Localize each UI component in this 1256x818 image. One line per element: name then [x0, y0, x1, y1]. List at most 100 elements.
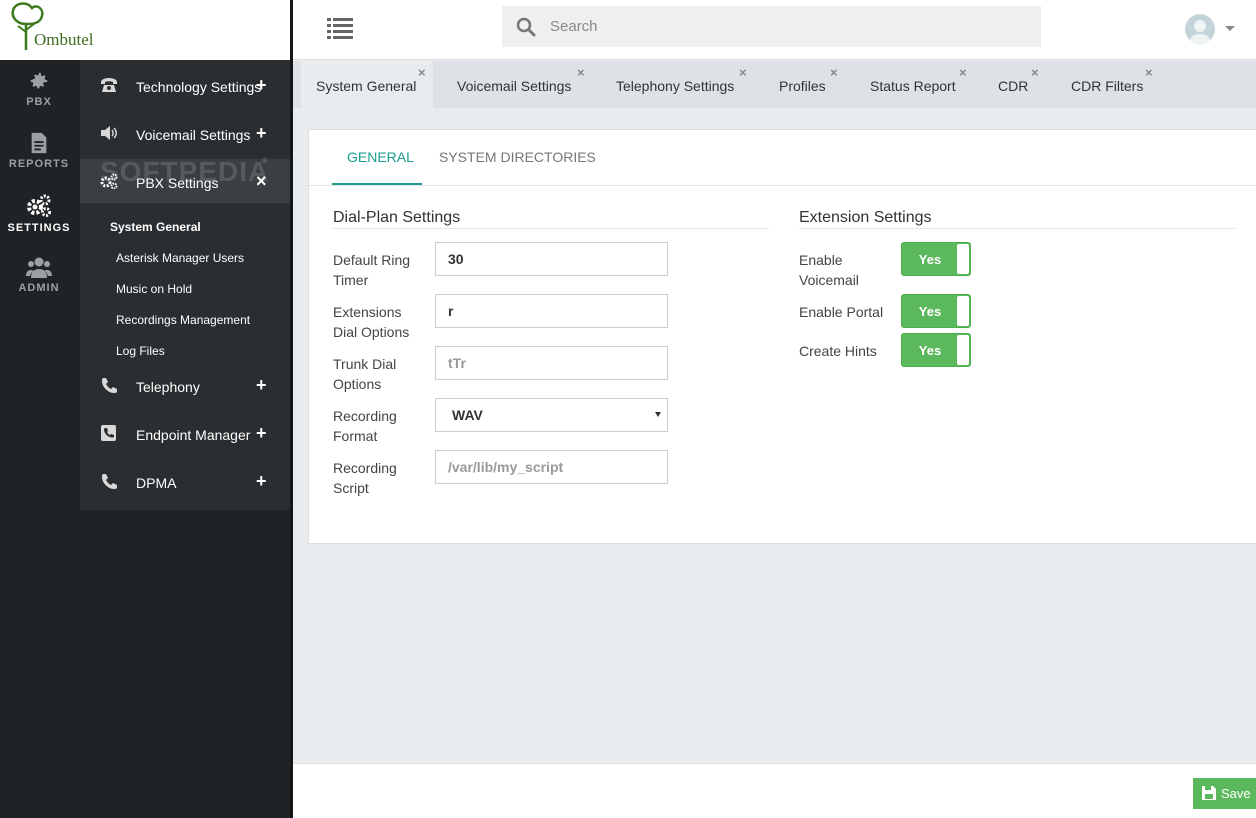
selected-value: WAV [452, 407, 483, 423]
nav-endpoint-manager[interactable]: Endpoint Manager + [80, 411, 290, 455]
subnav-item-log-files[interactable]: Log Files [116, 344, 165, 358]
footer-bar: Save [293, 763, 1256, 818]
nav-technology-settings[interactable]: Technology Settings + [80, 63, 290, 107]
subnav-item-music-on-hold[interactable]: Music on Hold [116, 282, 192, 296]
rail-item-settings[interactable]: SETTINGS [0, 194, 78, 234]
toggle-state: Yes [918, 343, 942, 358]
subnav-item-system-general[interactable]: System General [110, 220, 201, 234]
toggle-knob [957, 244, 969, 274]
tab-profiles[interactable]: Profiles × [779, 61, 843, 108]
search-input[interactable] [550, 6, 1030, 47]
recording-format-select[interactable]: WAV [435, 398, 668, 432]
nav-label: Telephony [136, 379, 200, 395]
tab-label: CDR [998, 78, 1029, 94]
create-hints-toggle[interactable]: Yes [901, 333, 971, 367]
nav-telephony[interactable]: Telephony + [80, 363, 290, 407]
tab-label: System General [316, 78, 417, 94]
document-icon [31, 132, 47, 154]
gears-icon [27, 194, 51, 217]
dialplan-title: Dial-Plan Settings [333, 209, 461, 226]
subnav-item-asterisk-manager-users[interactable]: Asterisk Manager Users [116, 251, 244, 265]
toggle-state: Yes [918, 304, 942, 319]
users-icon [26, 257, 52, 278]
field-label: Create Hints [799, 343, 877, 359]
close-icon[interactable]: × [739, 65, 747, 80]
tab-label: Status Report [870, 78, 956, 94]
phone-square-icon [101, 425, 116, 441]
top-bar [293, 0, 1256, 60]
tab-cdr[interactable]: CDR × [998, 61, 1048, 108]
tab-cdr-filters[interactable]: CDR Filters × [1071, 61, 1163, 108]
rail-label: PBX [26, 96, 52, 108]
field-label: Recording Format [333, 408, 397, 444]
recording-script-input[interactable] [435, 450, 668, 484]
sidebar-divider [290, 0, 293, 818]
toggle-knob [957, 296, 969, 326]
watermark: SOFTPEDIA [100, 156, 270, 187]
settings-menu-empty [80, 510, 290, 818]
chevron-down-icon[interactable] [1225, 26, 1235, 31]
nav-label: Voicemail Settings [136, 127, 251, 143]
nav-dpma[interactable]: DPMA + [80, 459, 290, 503]
field-label: Enable Voicemail [799, 252, 859, 288]
field-label: Trunk Dial Options [333, 356, 397, 392]
tab-label: Profiles [779, 78, 826, 94]
gear-icon [30, 72, 48, 89]
expand-icon[interactable]: + [256, 423, 267, 444]
rail-label: ADMIN [18, 282, 60, 294]
avatar[interactable] [1185, 14, 1215, 44]
close-icon[interactable]: × [1031, 65, 1039, 80]
toggle-state: Yes [918, 252, 942, 267]
enable-portal-toggle[interactable]: Yes [901, 294, 971, 328]
trunk-dial-options-input[interactable] [435, 346, 668, 380]
extensions-dial-options-input[interactable] [435, 294, 668, 328]
close-icon[interactable]: × [577, 65, 585, 80]
save-button[interactable]: Save [1193, 778, 1256, 809]
expand-icon[interactable]: + [256, 123, 267, 144]
section-divider [799, 228, 1235, 229]
default-ring-timer-input[interactable] [435, 242, 668, 276]
tab-voicemail-settings[interactable]: Voicemail Settings × [457, 61, 591, 108]
tab-status-report[interactable]: Status Report × [870, 61, 970, 108]
field-label: Recording Script [333, 460, 397, 496]
nav-label: Endpoint Manager [136, 427, 251, 443]
telephone-icon [101, 78, 117, 92]
nav-label: Technology Settings [136, 79, 262, 95]
rail-item-reports[interactable]: REPORTS [0, 132, 78, 170]
tab-general[interactable]: GENERAL [347, 149, 414, 165]
nav-label: DPMA [136, 475, 177, 491]
enable-voicemail-toggle[interactable]: Yes [901, 242, 971, 276]
tab-label: Telephony Settings [616, 78, 735, 94]
search-box[interactable] [502, 6, 1041, 47]
active-tab-indicator [332, 183, 422, 185]
rail-item-admin[interactable]: ADMIN [0, 256, 78, 294]
main-rail: PBX REPORTS SETTINGS ADMIN [0, 0, 80, 818]
app-name: Ombutel [34, 30, 94, 49]
tab-bar: System General × Voicemail Settings × Te… [293, 61, 1256, 108]
close-icon[interactable]: × [830, 65, 838, 80]
section-divider [333, 228, 769, 229]
tab-system-directories[interactable]: SYSTEM DIRECTORIES [439, 149, 596, 165]
field-label: Enable Portal [799, 304, 884, 320]
caret-down-icon [655, 412, 661, 417]
close-icon[interactable]: × [1145, 65, 1153, 80]
search-icon [516, 17, 536, 37]
list-menu-icon[interactable] [327, 17, 353, 39]
expand-icon[interactable]: + [256, 375, 267, 396]
rail-label: REPORTS [8, 158, 70, 170]
save-label: Save [1221, 786, 1251, 801]
expand-icon[interactable]: + [256, 471, 267, 492]
extension-title: Extension Settings [799, 209, 932, 226]
tab-telephony-settings[interactable]: Telephony Settings × [616, 61, 753, 108]
logo[interactable]: Ombutel [0, 0, 292, 60]
close-icon[interactable]: × [418, 65, 426, 80]
expand-icon[interactable]: + [256, 75, 267, 96]
tab-system-general[interactable]: System General × [301, 61, 433, 108]
nav-voicemail-settings[interactable]: Voicemail Settings + [80, 111, 290, 155]
registered-mark: ® [262, 156, 268, 165]
subnav-item-recordings-management[interactable]: Recordings Management [116, 313, 250, 327]
close-icon[interactable]: × [959, 65, 967, 80]
settings-panel: GENERAL SYSTEM DIRECTORIES Dial-Plan Set… [308, 129, 1256, 544]
field-label: Extensions Dial Options [333, 304, 410, 340]
rail-item-pbx[interactable]: PBX [0, 70, 78, 108]
